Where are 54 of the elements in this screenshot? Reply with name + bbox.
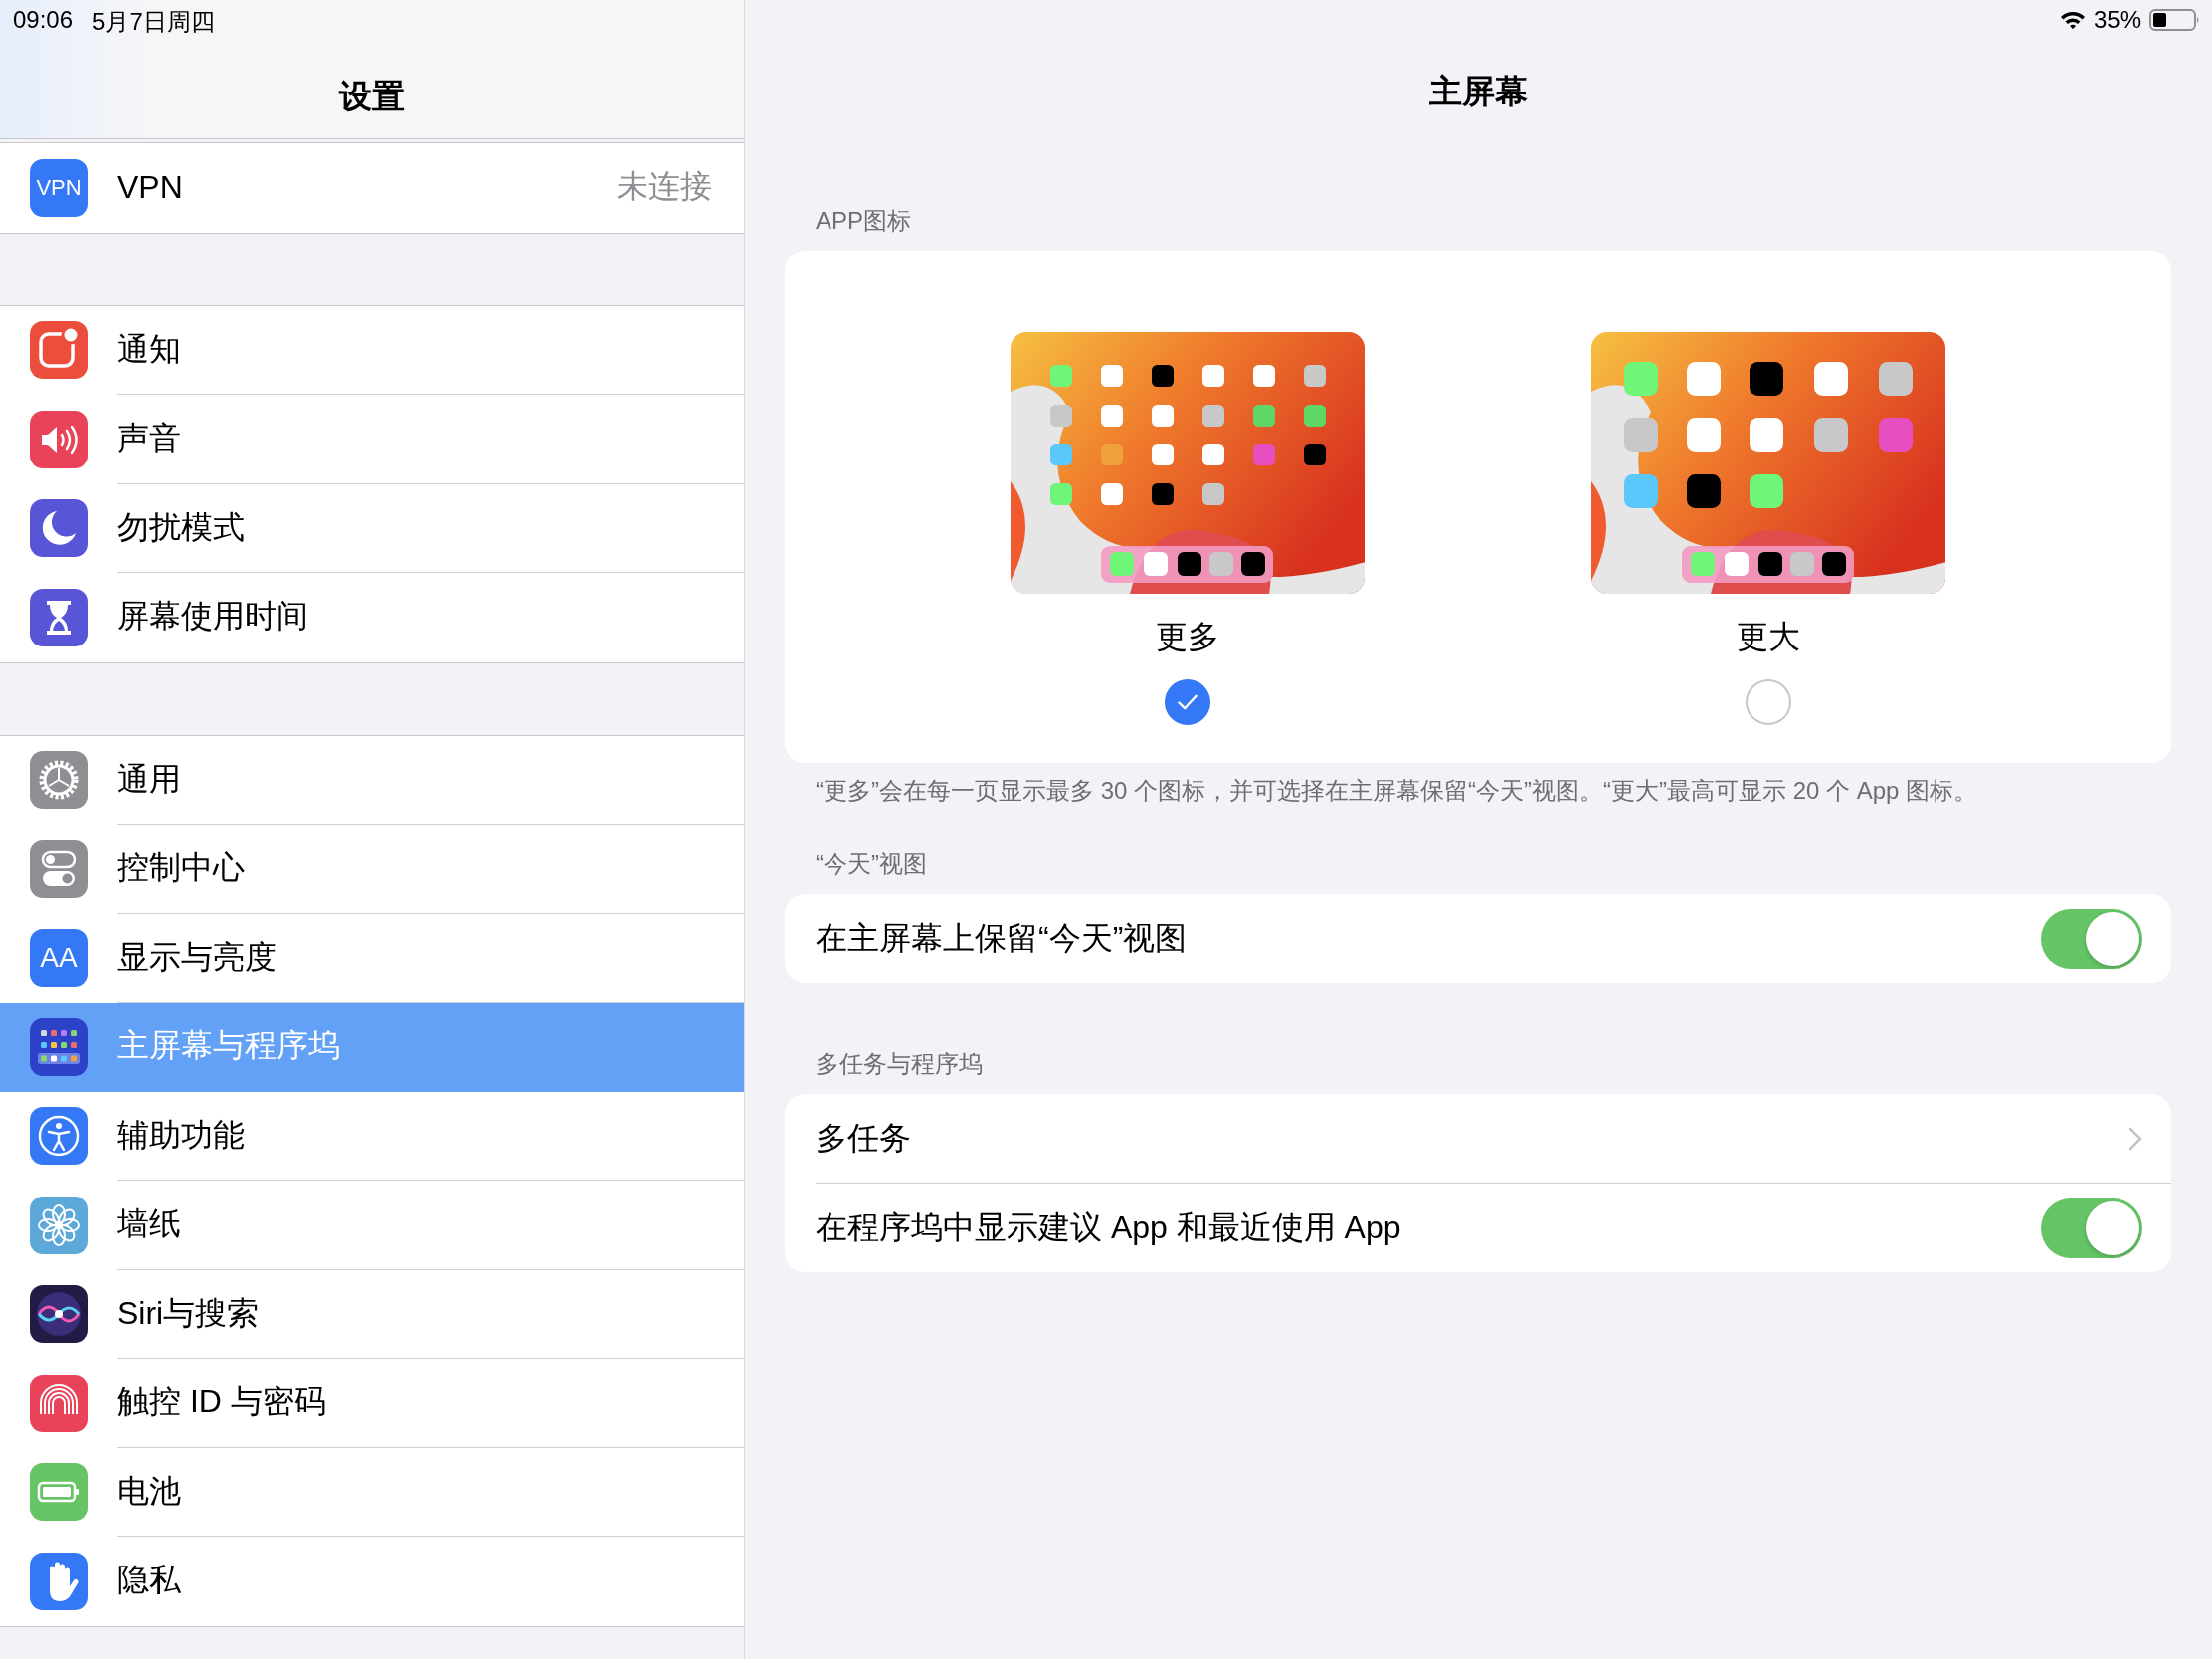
item-label: 控制中心 bbox=[117, 848, 245, 888]
item-value: 未连接 bbox=[617, 167, 712, 207]
radio-button[interactable] bbox=[1165, 679, 1210, 725]
status-date: 5月7日周四 bbox=[92, 7, 215, 37]
sidebar-item[interactable]: 通知 bbox=[0, 305, 744, 395]
wifi-icon bbox=[2059, 10, 2086, 30]
item-label: 屏幕使用时间 bbox=[117, 597, 308, 637]
toggle-switch[interactable] bbox=[2041, 1198, 2142, 1258]
status-time: 09:06 bbox=[13, 6, 74, 35]
item-label: 主屏幕与程序坞 bbox=[117, 1026, 340, 1066]
section-header: 多任务与程序坞 bbox=[815, 1049, 984, 1079]
sidebar-item[interactable]: Siri与搜索 bbox=[0, 1269, 744, 1359]
sidebar-item[interactable]: 声音 bbox=[0, 395, 744, 484]
home-screen-preview-drawing[interactable] bbox=[1011, 332, 1365, 594]
item-label: 勿扰模式 bbox=[117, 507, 245, 547]
section-header: “今天”视图 bbox=[815, 849, 928, 879]
sidebar-item[interactable]: 辅助功能 bbox=[0, 1091, 744, 1181]
sidebar-item[interactable]: 控制中心 bbox=[0, 825, 744, 914]
battery-icon bbox=[2149, 8, 2201, 32]
item-label: VPN bbox=[117, 168, 183, 206]
display-icon: AA bbox=[30, 929, 88, 988]
page-title: 主屏幕 bbox=[1427, 72, 1529, 111]
sidebar-title: 设置 bbox=[337, 77, 406, 116]
item-label: Siri与搜索 bbox=[117, 1293, 260, 1333]
sidebar-item[interactable]: VPN VPN 未连接 bbox=[0, 143, 744, 233]
vpn-icon: VPN bbox=[30, 158, 88, 217]
setting-label: 在主屏幕上保留“今天”视图 bbox=[816, 918, 1188, 958]
item-label: 墙纸 bbox=[117, 1204, 181, 1244]
item-label: 触控 ID 与密码 bbox=[117, 1382, 326, 1422]
item-label: 声音 bbox=[117, 419, 181, 459]
item-label: 通知 bbox=[117, 329, 181, 369]
item-label: 通用 bbox=[117, 759, 181, 799]
radio-button[interactable] bbox=[1746, 679, 1791, 725]
item-label: 隐私 bbox=[117, 1561, 181, 1600]
sidebar-item[interactable]: 电池 bbox=[0, 1447, 744, 1537]
sidebar-item[interactable]: 勿扰模式 bbox=[0, 483, 744, 573]
toggle-switch[interactable] bbox=[2041, 908, 2142, 969]
option-label: 更大 bbox=[1737, 618, 1800, 656]
sidebar-item[interactable]: 隐私 bbox=[0, 1537, 744, 1626]
footer-note: “更多”会在每一页显示最多 30 个图标，并可选择在主屏幕保留“今天”视图。“更大”最高可显示 20 个 App 图标。 bbox=[815, 776, 1979, 806]
sidebar-item[interactable]: 屏幕使用时间 bbox=[0, 573, 744, 662]
item-label: 电池 bbox=[117, 1471, 181, 1511]
sidebar-item[interactable]: 通用 bbox=[0, 735, 744, 825]
home-screen-preview-drawing[interactable] bbox=[1591, 332, 1945, 594]
item-label: 辅助功能 bbox=[117, 1115, 245, 1155]
section-header: APP图标 bbox=[815, 206, 913, 236]
sidebar-item[interactable]: 触控 ID 与密码 bbox=[0, 1359, 744, 1448]
sidebar-item[interactable]: 墙纸 bbox=[0, 1181, 744, 1270]
battery-percent: 35% bbox=[2093, 6, 2141, 34]
setting-link[interactable]: 多任务 bbox=[816, 1116, 911, 1161]
chevron-icon bbox=[2128, 1126, 2142, 1151]
setting-label: 在程序坞中显示建议 App 和最近使用 App bbox=[816, 1207, 1401, 1247]
item-label: 显示与亮度 bbox=[117, 937, 276, 977]
option-label: 更多 bbox=[1156, 618, 1219, 656]
